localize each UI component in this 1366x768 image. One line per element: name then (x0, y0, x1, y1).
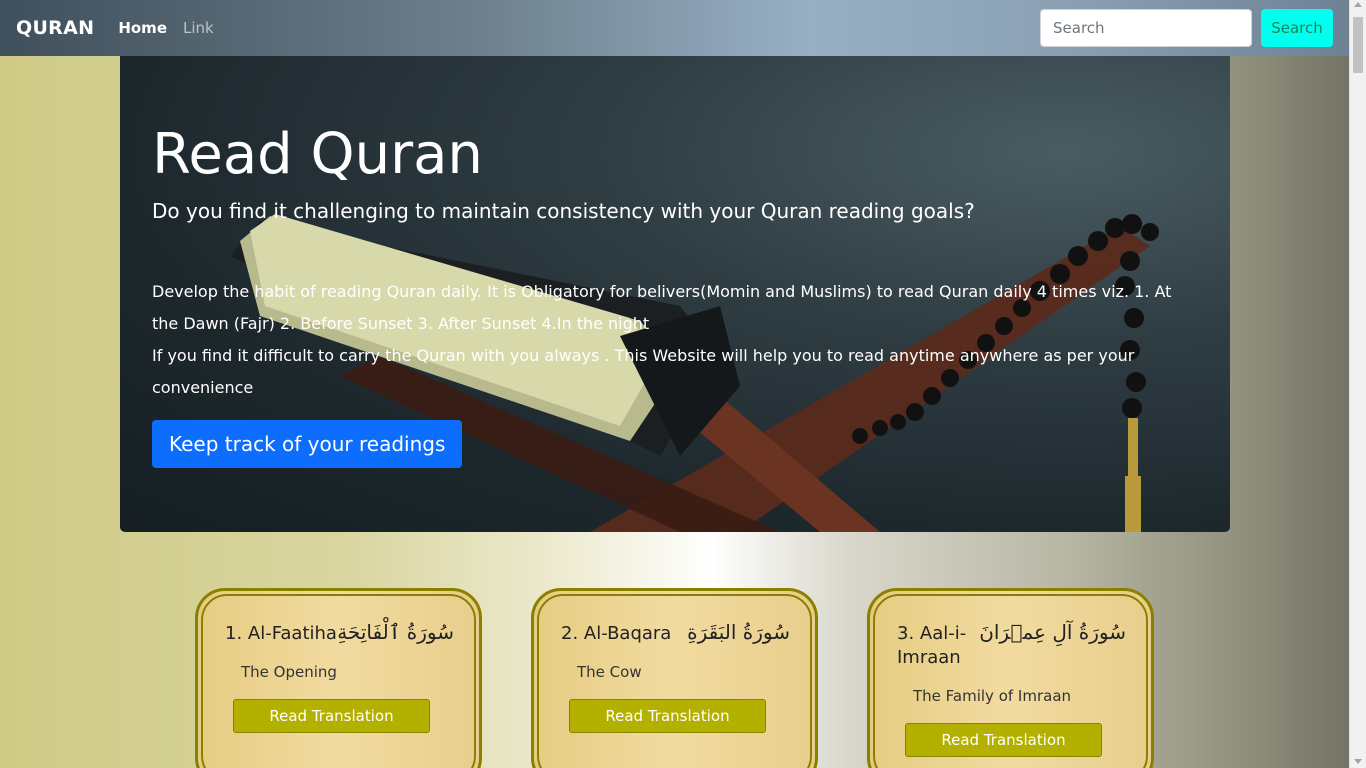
surah-english-name: The Cow (577, 663, 642, 681)
scroll-up-arrow-icon[interactable] (1354, 2, 1362, 7)
surah-name: 3. Aal-i-Imraan (897, 623, 967, 668)
surah-name: 1. Al-Faatiha (225, 623, 337, 644)
navbar: QURAN Home Link Search (0, 0, 1349, 56)
nav-link-link[interactable]: Link (183, 19, 214, 37)
search-button[interactable]: Search (1261, 9, 1333, 47)
surah-english-name: The Opening (241, 663, 337, 681)
read-translation-button[interactable]: Read Translation (569, 699, 766, 733)
keep-track-button[interactable]: Keep track of your readings (152, 420, 463, 468)
scroll-thumb[interactable] (1353, 17, 1363, 73)
hero-title: Read Quran (152, 122, 483, 187)
scroll-down-arrow-icon[interactable] (1354, 759, 1362, 764)
search-input[interactable] (1040, 9, 1252, 47)
hero-subtitle: Do you find it challenging to maintain c… (152, 199, 975, 223)
read-translation-button[interactable]: Read Translation (905, 723, 1102, 757)
surah-name: 2. Al-Baqara (561, 623, 672, 644)
surah-card-3: 3. Aal-i-Imraan سُورَةُ آلِ عِمۡرَانَ Th… (867, 588, 1154, 768)
read-translation-button[interactable]: Read Translation (233, 699, 430, 733)
search-form: Search (1040, 9, 1333, 47)
surah-arabic-name: سُورَةُ ٱلْفَاتِحَةِ (337, 620, 454, 644)
hero-banner: Read Quran Do you find it challenging to… (120, 56, 1230, 532)
surah-arabic-name: سُورَةُ البَقَرَةِ (687, 620, 790, 644)
hero-description: Develop the habit of reading Quran daily… (152, 276, 1197, 404)
brand-logo[interactable]: QURAN (16, 17, 94, 39)
page-scrollbar[interactable] (1349, 0, 1366, 768)
hero-paragraph-1: Develop the habit of reading Quran daily… (152, 282, 1172, 333)
surah-arabic-name: سُورَةُ آلِ عِمۡرَانَ (979, 620, 1126, 644)
hero-paragraph-2: If you find it difficult to carry the Qu… (152, 346, 1135, 397)
surah-card-2: 2. Al-Baqara سُورَةُ البَقَرَةِ The Cow … (531, 588, 818, 768)
nav-link-home[interactable]: Home (118, 19, 167, 37)
surah-card-1: 1. Al-Faatiha سُورَةُ ٱلْفَاتِحَةِ The O… (195, 588, 482, 768)
surah-english-name: The Family of Imraan (913, 687, 1072, 705)
